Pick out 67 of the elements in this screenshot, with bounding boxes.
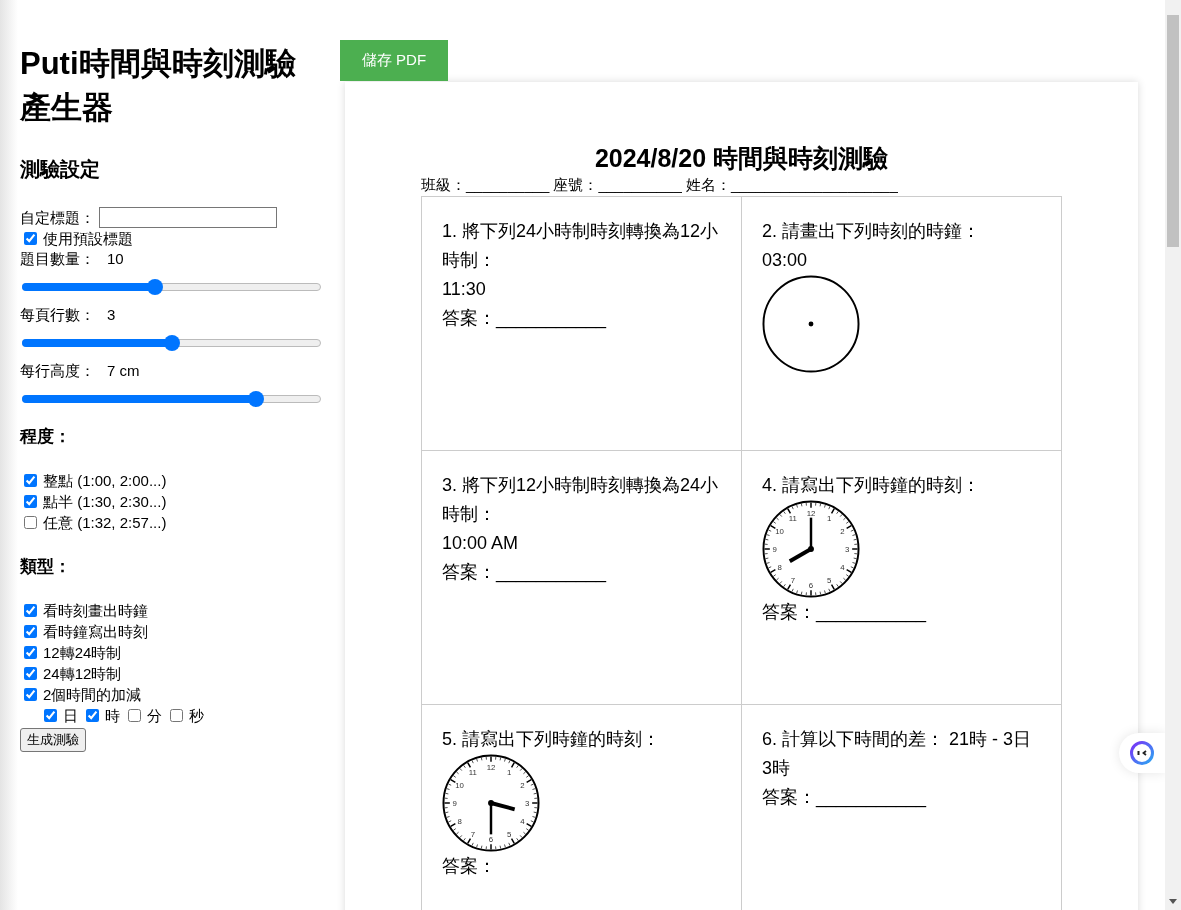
question-text: 3. 將下列12小時制時刻轉換為24小時制： [442, 474, 720, 526]
field-label: 自定標題： [20, 207, 95, 228]
student-field: 班級：__________ [421, 174, 550, 196]
checkbox-label: 日 [63, 706, 78, 726]
checkbox-label: 2個時間的加減 [43, 685, 142, 705]
checkbox-label: 看時刻畫出時鐘 [43, 601, 148, 621]
scroll-down-icon[interactable] [1169, 899, 1177, 904]
question-text: 6. 計算以下時間的差： 21時 - 3日3時 [762, 728, 1033, 780]
checkbox[interactable] [24, 688, 37, 701]
checkbox[interactable] [170, 709, 183, 722]
checkbox-label: 使用預設標題 [43, 229, 133, 249]
slider-reading: 3 [107, 305, 116, 325]
question-text: 1. 將下列24小時制時刻轉換為12小時制： [442, 220, 720, 272]
clock-drawing: 12 11 1 10 2 9 3 8 4 7 5 6 [762, 500, 860, 598]
answer-line: 答案：___________ [442, 561, 608, 585]
app-title: Puti時間與時刻測驗產生器 [20, 45, 297, 127]
question-text: 4. 請寫出下列時鐘的時刻： [762, 474, 981, 497]
scrollbar[interactable] [1165, 0, 1181, 910]
title-input-field[interactable] [99, 207, 277, 228]
checkbox[interactable] [24, 232, 37, 245]
answer-line: 答案：___________ [442, 307, 608, 331]
generate-button[interactable]: 生成測驗 [20, 728, 86, 752]
assistant-button[interactable] [1119, 733, 1165, 773]
slider-reading: 10 [107, 249, 124, 269]
checkbox-label: 時 [105, 706, 120, 726]
checkbox[interactable] [44, 709, 57, 722]
checkbox-label: 點半 (1:30, 2:30...) [43, 492, 167, 512]
question-time: 03:00 [762, 249, 809, 272]
scrollbar-thumb[interactable] [1167, 15, 1179, 247]
slider-reading: 7 cm [107, 361, 140, 381]
face-icon [1129, 740, 1155, 766]
checkbox[interactable] [24, 625, 37, 638]
question-time: 11:30 [442, 278, 487, 301]
checkbox[interactable] [86, 709, 99, 722]
quiz-title: 2024/8/20 時間與時刻測驗 [593, 143, 890, 174]
student-field: 姓名：____________________ [685, 174, 898, 196]
slider-label: 每行高度： [20, 361, 95, 381]
checkbox[interactable] [24, 516, 37, 529]
student-field: 座號：__________ [553, 174, 682, 196]
checkbox[interactable] [24, 667, 37, 680]
checkbox-label: 分 [147, 706, 162, 726]
clock-drawing: 12 11 1 10 2 9 3 8 4 7 5 6 [442, 754, 540, 852]
slider-thumb[interactable] [147, 279, 164, 295]
checkbox[interactable] [24, 646, 37, 659]
checkbox[interactable] [24, 495, 37, 508]
answer-line: 答案：___________ [762, 786, 928, 810]
question-text: 5. 請寫出下列時鐘的時刻： [442, 728, 661, 751]
question-time: 10:00 AM [442, 532, 520, 555]
answer-line: 答案：___________ [762, 601, 928, 625]
slider-thumb[interactable] [248, 391, 265, 407]
checkbox-label: 看時鐘寫出時刻 [43, 622, 148, 642]
group-heading: 類型： [20, 556, 72, 578]
slider-thumb[interactable] [163, 335, 180, 351]
checkbox[interactable] [24, 604, 37, 617]
answer-line: 答案： [442, 855, 497, 878]
group-heading: 程度： [20, 426, 72, 448]
checkbox-label: 12轉24時制 [43, 643, 122, 663]
checkbox-label: 24轉12時制 [43, 664, 122, 684]
checkbox-label: 秒 [189, 706, 204, 726]
checkbox-label: 整點 (1:00, 2:00...) [43, 471, 167, 491]
section-title: 測驗設定 [20, 157, 101, 182]
slider-label: 每頁行數： [20, 305, 95, 325]
checkbox[interactable] [128, 709, 141, 722]
checkbox[interactable] [24, 474, 37, 487]
question-text: 2. 請畫出下列時刻的時鐘： [762, 220, 981, 243]
slider-label: 題目數量： [20, 249, 95, 269]
checkbox-label: 任意 (1:32, 2:57...) [43, 513, 167, 533]
